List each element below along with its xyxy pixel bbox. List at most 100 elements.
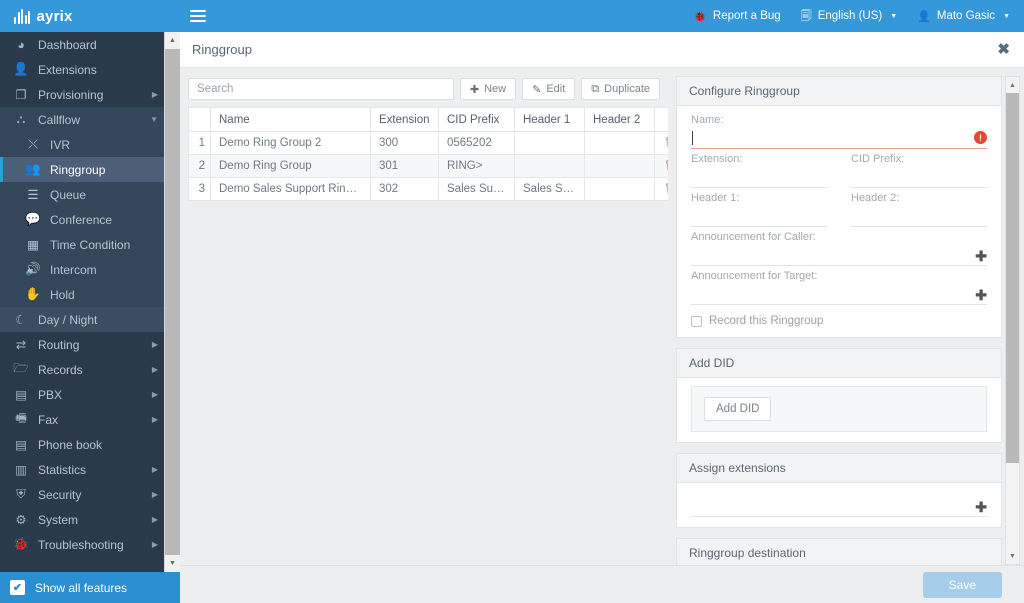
sidebar-item-label: Hold [50,287,75,302]
sidebar-item-statistics[interactable]: ▥ Statistics ▶ [0,457,180,482]
sidebar-item-security[interactable]: ⛨ Security ▶ [0,482,180,507]
sidebar-item-provisioning[interactable]: ❐ Provisioning ▶ [0,82,180,107]
bug-icon: 🐞 [13,537,29,551]
topbar: 🐞 Report a Bug 🗐 English (US) ▼ 👤 Mato Gasic ▼ [180,0,1024,32]
sidebar-scroll-down-icon[interactable]: ▼ [165,555,180,572]
cell-name: Demo Ring Group 2 [210,131,371,155]
sidebar-item-label: Security [38,487,82,502]
topbar-link-mato-gasic[interactable]: 👤 Mato Gasic ▼ [917,10,1010,23]
announcement-caller-input[interactable]: ✚ [691,245,987,266]
header2-input[interactable] [851,206,987,227]
scroll-down-icon[interactable]: ▼ [1006,548,1019,564]
sidebar-item-records[interactable]: 🗁 Records ▶ [0,357,180,382]
cell-extension: 300 [370,131,439,155]
assign-extensions-body: ✚ [677,483,1001,527]
save-button[interactable]: Save [922,571,1002,598]
ringgroup-destination-title: Ringgroup destination [677,539,1001,565]
new-button[interactable]: ✚ New [459,78,517,100]
sidebar-item-troubleshooting[interactable]: 🐞 Troubleshooting ▶ [0,532,180,557]
content-body: Search ✚ New ✎ Edit ⧉ Duplicate Name Ext… [180,68,1024,565]
bar-chart-icon: ▥ [15,463,27,477]
topbar-link-report-a-bug[interactable]: 🐞 Report a Bug [693,10,780,23]
chevron-right-icon: ▶ [151,415,158,424]
extension-label: Extension: [691,153,743,165]
extension-input[interactable] [691,167,827,188]
show-all-features-toggle[interactable]: ✔ Show all features [0,572,180,603]
sidebar-item-intercom[interactable]: 🔊 Intercom [0,257,180,282]
hamburger-icon[interactable] [190,9,206,23]
table-head: Name Extension CID Prefix Header 1 Header 2 [188,107,689,132]
sidebar-item-callflow[interactable]: ⛬ Callflow ▼ [0,107,180,132]
sidebar-item-label: Intercom [50,262,97,277]
cell-cid-prefix: RING> [438,154,515,178]
name-input[interactable]: ! [691,128,987,149]
record-ringgroup-checkbox[interactable]: Record this Ringgroup [691,315,987,327]
cell-cid-prefix: 0565202 [438,131,515,155]
cell-header1 [514,131,585,155]
edit-button[interactable]: ✎ Edit [522,78,576,100]
sidebar-item-phone-book[interactable]: ▤ Phone book [0,432,180,457]
sidebar-item-label: Statistics [38,462,87,477]
fax-icon: 🖷 [15,411,27,425]
table-header-cell: Name [210,107,371,132]
topbar-link-label: English (US) [817,10,883,22]
config-panel: Configure Ringgroup Name: ! Extension: C… [668,68,1024,565]
table-row[interactable]: 3 Demo Sales Support Ring Group 302 Sales S… [188,177,689,201]
header1-input[interactable] [691,206,827,227]
sidebar-item-ivr[interactable]: ⤬ IVR [0,132,180,157]
provisioning-icon: ❐ [15,88,27,102]
config-panel-scrollbar[interactable]: ▲ ▼ [1005,76,1020,565]
sidebar-item-conference[interactable]: 💬 Conference [0,207,180,232]
cell-extension: 302 [370,177,439,201]
sidebar-item-system[interactable]: ⚙ System ▶ [0,507,180,532]
plus-icon[interactable]: ✚ [975,500,987,514]
name-field: Name: ! [691,114,987,149]
sidebar-item-fax[interactable]: 🖷 Fax ▶ [0,407,180,432]
scroll-up-icon[interactable]: ▲ [1006,77,1019,93]
brand-name: ayrix [36,7,73,25]
book-icon: ▤ [15,438,27,452]
topbar-link-english-us[interactable]: 🗐 English (US) ▼ [801,7,898,26]
add-did-button[interactable]: Add DID [704,397,772,421]
new-button-label: New [484,83,507,95]
bug-icon: 🐞 [693,10,707,23]
duplicate-button[interactable]: ⧉ Duplicate [581,78,660,100]
page-title: Ringgroup [192,42,252,57]
cell-num: 3 [188,177,211,201]
sidebar-item-queue[interactable]: ☰ Queue [0,182,180,207]
sidebar-scroll-up-icon[interactable]: ▲ [165,32,180,49]
chevron-down-icon: ▼ [1003,12,1010,20]
configure-ringgroup-title: Configure Ringgroup [677,77,1001,106]
add-did-title: Add DID [677,349,1001,378]
plus-icon[interactable]: ✚ [975,288,987,302]
table-row[interactable]: 1Demo Ring Group 23000565202🗑 [188,131,689,155]
scrollbar-thumb[interactable] [1006,93,1019,463]
add-did-inner: Add DID [691,386,987,432]
announcement-target-input[interactable]: ✚ [691,284,987,305]
plus-icon[interactable]: ✚ [975,249,987,263]
sidebar-item-pbx[interactable]: ▤ PBX ▶ [0,382,180,407]
search-input[interactable]: Search [188,78,454,100]
sidebar-item-extensions[interactable]: 👤 Extensions [0,57,180,82]
cid-prefix-label: CID Prefix: [851,153,905,165]
page-header: Ringgroup ✖ [180,32,1024,68]
sidebar-item-dashboard[interactable]: ◕ Dashboard [0,32,180,57]
assign-extensions-input[interactable]: ✚ [691,491,987,517]
list-icon: ☰ [27,188,39,202]
list-panel: Search ✚ New ✎ Edit ⧉ Duplicate Name Ext… [180,68,689,565]
sidebar-scrollbar[interactable]: ▲ ▼ [164,32,180,572]
cid-prefix-input[interactable] [851,167,987,188]
sidebar-item-hold[interactable]: ✋ Hold [0,282,180,307]
table-row[interactable]: 2Demo Ring Group301RING>🗑 [188,154,689,178]
shield-icon: ⛨ [16,487,26,501]
sidebar-item-ringgroup[interactable]: 👥 Ringgroup [0,157,180,182]
checkbox-checked-icon: ✔ [10,580,25,595]
cell-extension: 301 [370,154,439,178]
sidebar-item-time-condition[interactable]: ▦ Time Condition [0,232,180,257]
sidebar-item-routing[interactable]: ⇄ Routing ▶ [0,332,180,357]
close-icon[interactable]: ✖ [997,42,1010,57]
sidebar-item-day-night[interactable]: ☾ Day / Night [0,307,180,332]
sidebar-item-label: Queue [50,187,87,202]
configure-ringgroup-card: Configure Ringgroup Name: ! Extension: C… [676,76,1002,338]
brand-logo[interactable]: ayrix [0,0,180,32]
